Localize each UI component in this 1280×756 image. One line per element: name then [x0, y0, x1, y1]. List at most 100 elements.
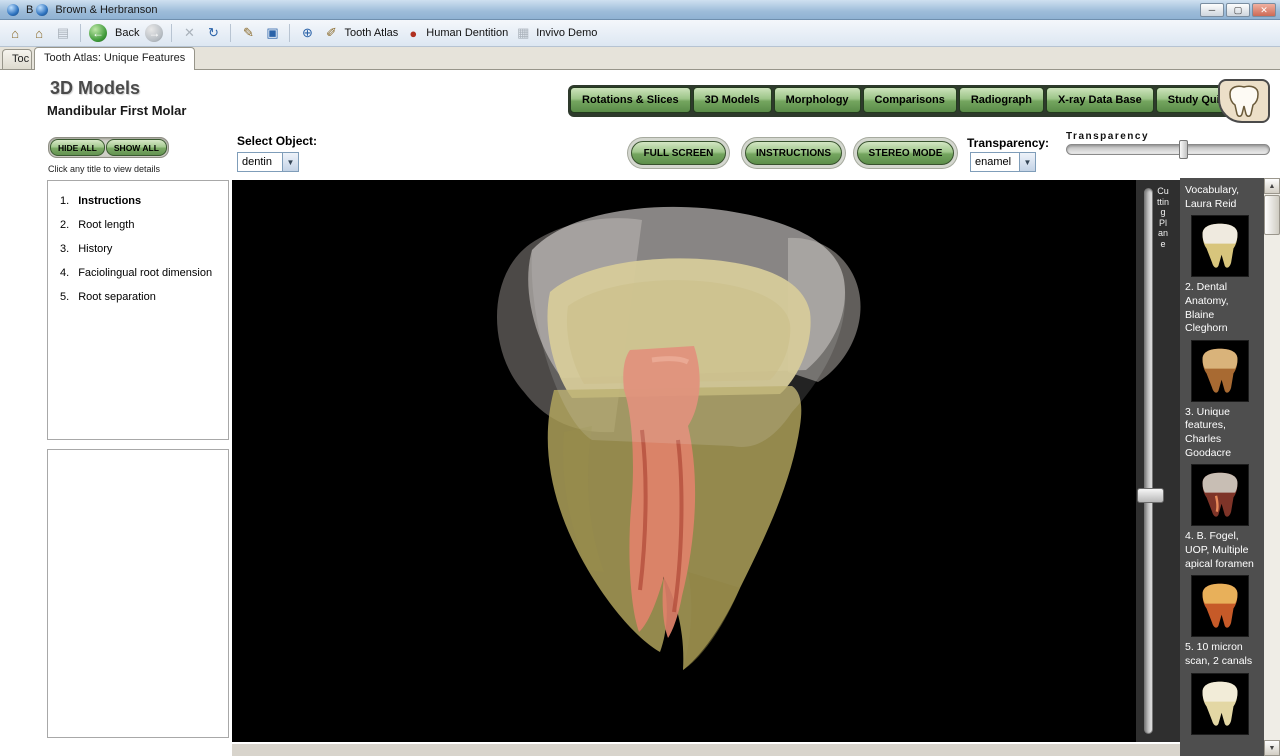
tab-tooth-atlas-unique-features[interactable]: Tooth Atlas: Unique Features: [34, 47, 195, 70]
toolbar: ⌂ ⌂ ▤ ← Back → ✕ ↻ ✎ ▣ ⊕ ✐ Tooth Atlas ●…: [0, 20, 1280, 47]
topic-label: Root separation: [78, 285, 156, 309]
page-icon: ▤: [54, 24, 72, 42]
transparency-label: Transparency:: [967, 136, 1049, 150]
stereo-mode-button[interactable]: STEREO MODE: [857, 141, 954, 165]
nav-comparisons-button[interactable]: Comparisons: [863, 87, 957, 113]
topic-number: 5.: [60, 285, 69, 309]
scrollbar-thumb[interactable]: [1264, 195, 1280, 235]
topic-label: Instructions: [78, 189, 141, 213]
cutting-plane-slider-handle[interactable]: [1137, 488, 1164, 503]
home-icon[interactable]: ⌂: [6, 24, 24, 42]
globe-icon[interactable]: ⊕: [298, 24, 316, 42]
nav-radiograph-button[interactable]: Radiograph: [959, 87, 1044, 113]
tab-toc[interactable]: Toc: [2, 49, 32, 70]
transparency-dropdown[interactable]: enamel ▼: [970, 152, 1036, 172]
maximize-button[interactable]: ▢: [1226, 3, 1250, 17]
tooth-thumbnail-image: [1197, 578, 1243, 634]
chevron-down-icon: ▼: [1019, 153, 1035, 171]
tooth-logo-button[interactable]: [1218, 79, 1270, 123]
stop-icon[interactable]: ✕: [180, 24, 198, 42]
topic-item-history[interactable]: 3. History: [60, 237, 228, 261]
scroll-up-icon[interactable]: ▲: [1264, 178, 1280, 194]
brush-icon[interactable]: ✎: [239, 24, 257, 42]
back-icon[interactable]: ←: [89, 24, 107, 42]
model-viewport[interactable]: [232, 180, 1136, 742]
bottom-scroll-strip: [232, 744, 1180, 756]
chevron-down-icon: ▼: [282, 153, 298, 171]
tooth-thumbnail[interactable]: [1191, 340, 1249, 402]
doc-icon: ▦: [514, 24, 532, 42]
topic-number: 4.: [60, 261, 69, 285]
tooth-thumbnail[interactable]: [1191, 464, 1249, 526]
tooth-atlas-label: Tooth Atlas: [344, 27, 398, 39]
tooth-thumbnail-image: [1197, 218, 1243, 274]
thumbnail-caption: 3. Unique features, Charles Goodacre: [1185, 406, 1259, 461]
hint-text: Click any title to view details: [48, 164, 160, 174]
transparency-slider-label: Transparency: [1066, 131, 1149, 142]
tooth-thumbnail-image: [1197, 343, 1243, 399]
title-bar: B Brown & Herbranson ─ ▢ ✕: [0, 0, 1280, 20]
transparency-slider-track[interactable]: [1066, 144, 1270, 155]
nav-xray-database-button[interactable]: X-ray Data Base: [1046, 87, 1154, 113]
page-title: 3D Models: [50, 78, 140, 99]
forward-icon[interactable]: →: [145, 24, 163, 42]
refresh-icon[interactable]: ↻: [204, 24, 222, 42]
show-all-button[interactable]: SHOW ALL: [106, 139, 167, 156]
thumbnail-caption: 2. Dental Anatomy, Blaine Cleghorn: [1185, 281, 1259, 336]
nav-rotations-slices-button[interactable]: Rotations & Slices: [570, 87, 691, 113]
thumbnail-caption: Vocabulary, Laura Reid: [1185, 184, 1259, 211]
minimize-button[interactable]: ─: [1200, 3, 1224, 17]
tooth-thumbnail-image: [1197, 467, 1243, 523]
cutting-plane-strip: Cutting Plane: [1136, 180, 1180, 742]
transparency-slider-handle[interactable]: [1179, 140, 1188, 159]
tooth-thumbnail[interactable]: [1191, 575, 1249, 637]
topic-item-faciolingual-root-dimension[interactable]: 4. Faciolingual root dimension: [60, 261, 228, 285]
transparency-value: enamel: [971, 156, 1019, 168]
toolbar-separator: [230, 24, 231, 42]
select-object-value: dentin: [238, 156, 282, 168]
app-icon: [36, 4, 48, 16]
toolbar-separator: [171, 24, 172, 42]
orb-icon: ●: [404, 24, 422, 42]
hide-all-button[interactable]: HIDE ALL: [50, 139, 105, 156]
topic-item-root-separation[interactable]: 5. Root separation: [60, 285, 228, 309]
tooth-icon: [1225, 84, 1263, 118]
app-icon: [7, 4, 19, 16]
title-prefix: B: [26, 4, 33, 16]
invivo-demo-link[interactable]: ▦ Invivo Demo: [514, 24, 597, 42]
section-navbar: Rotations & Slices 3D Models Morphology …: [568, 85, 1239, 117]
tooth-thumbnail-image: [1197, 676, 1243, 732]
topic-label: Root length: [78, 213, 134, 237]
scroll-down-icon[interactable]: ▼: [1264, 740, 1280, 756]
close-button[interactable]: ✕: [1252, 3, 1276, 17]
pencil-icon: ✐: [322, 24, 340, 42]
topic-item-root-length[interactable]: 2. Root length: [60, 213, 228, 237]
back-button[interactable]: Back: [115, 27, 139, 39]
human-dentition-label: Human Dentition: [426, 27, 508, 39]
nav-3d-models-button[interactable]: 3D Models: [693, 87, 772, 113]
nav-morphology-button[interactable]: Morphology: [774, 87, 861, 113]
save-icon[interactable]: ▣: [263, 24, 281, 42]
topic-item-instructions[interactable]: 1. Instructions: [60, 189, 228, 213]
application-window: B Brown & Herbranson ─ ▢ ✕ ⌂ ⌂ ▤ ← Back …: [0, 0, 1280, 756]
topics-panel: 1. Instructions 2. Root length 3. Histor…: [47, 180, 229, 440]
toolbar-separator: [289, 24, 290, 42]
sidebar-scrollbar[interactable]: ▲ ▼: [1264, 178, 1280, 756]
home-icon[interactable]: ⌂: [30, 24, 48, 42]
select-object-dropdown[interactable]: dentin ▼: [237, 152, 299, 172]
window-title: Brown & Herbranson: [55, 4, 157, 16]
cutting-plane-slider-track[interactable]: [1144, 188, 1153, 734]
tooth-thumbnail[interactable]: [1191, 215, 1249, 277]
tooth-thumbnail[interactable]: [1191, 673, 1249, 735]
page-subtitle: Mandibular First Molar: [47, 103, 186, 118]
full-screen-button[interactable]: FULL SCREEN: [631, 141, 726, 165]
toolbar-separator: [80, 24, 81, 42]
instructions-button[interactable]: INSTRUCTIONS: [745, 141, 842, 165]
tooth-atlas-link[interactable]: ✐ Tooth Atlas: [322, 24, 398, 42]
select-object-label: Select Object:: [237, 134, 317, 148]
topic-label: History: [78, 237, 112, 261]
human-dentition-link[interactable]: ● Human Dentition: [404, 24, 508, 42]
thumbnail-caption: 4. B. Fogel, UOP, Multiple apical forame…: [1185, 530, 1259, 571]
cutting-plane-label: Cutting Plane: [1157, 186, 1169, 249]
topic-number: 2.: [60, 213, 69, 237]
